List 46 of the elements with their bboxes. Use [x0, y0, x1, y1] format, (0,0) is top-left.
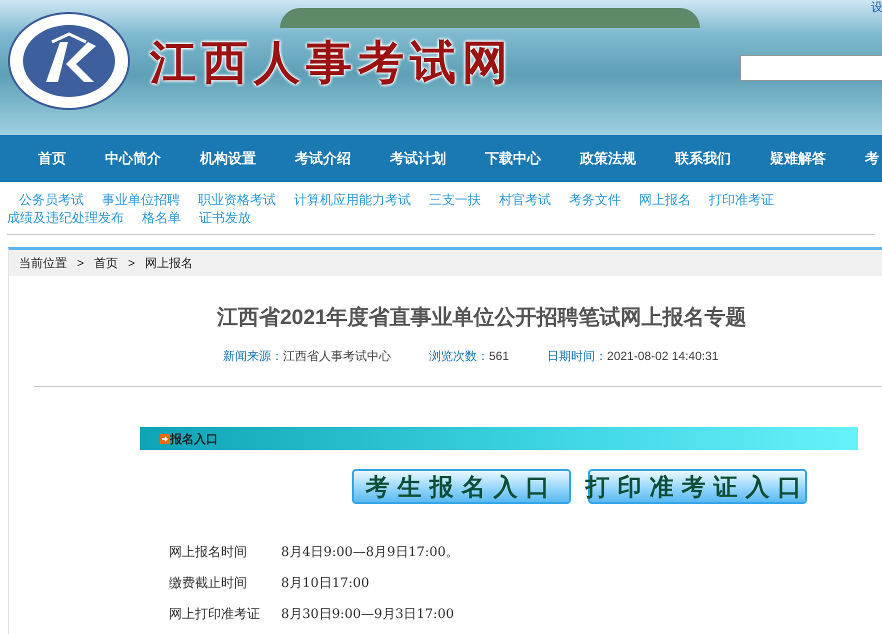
category-link[interactable]: 考务文件 [569, 191, 621, 209]
category-link[interactable]: 公务员考试 [19, 191, 84, 209]
schedule-value: 8月4日9:00—8月9日17:00。 [281, 544, 459, 562]
breadcrumb-link[interactable]: 网上报名 [145, 254, 194, 272]
category-link[interactable]: 证书发放 [199, 209, 251, 227]
emblem-icon [8, 12, 130, 110]
schedule-label: 缴费截止时间 [169, 575, 248, 593]
nav-link[interactable]: 机构设置 [200, 148, 256, 169]
schedule-label: 网上打印准考证 [169, 606, 261, 624]
nav-link[interactable]: 考试计划 [390, 148, 446, 169]
nav-link[interactable]: 联系我们 [675, 148, 731, 169]
entry-button[interactable]: 考生报名入口 [352, 469, 571, 504]
category-link[interactable]: 村官考试 [499, 191, 551, 209]
meta-value: 561 [489, 348, 510, 364]
category-link[interactable]: 成绩及违纪处理发布 [7, 209, 124, 227]
category-link[interactable]: 格名单 [142, 209, 181, 227]
breadcrumb-link[interactable]: 首页 [94, 254, 118, 272]
nav-link[interactable]: 考试介绍 [295, 148, 351, 169]
arrow-icon [160, 434, 170, 444]
meta-value: 2021-08-02 14:40:31 [607, 348, 718, 364]
article-title: 江西省2021年度省直事业单位公开招聘笔试网上报名专题 [217, 304, 748, 331]
search-field[interactable] [740, 55, 882, 81]
meta-label: 新闻来源： [223, 348, 283, 364]
nav-link[interactable]: 下载中心 [485, 148, 541, 169]
nav-link[interactable]: 中心简介 [105, 148, 161, 169]
category-link[interactable]: 网上报名 [639, 191, 691, 209]
category-link[interactable]: 事业单位招聘 [102, 191, 180, 209]
schedule-value: 8月30日9:00—9月3日17:00 [281, 606, 454, 624]
nav-link[interactable]: 考 [865, 148, 882, 169]
schedule-label: 网上报名时间 [169, 544, 248, 562]
breadcrumb-separator: > [77, 255, 84, 272]
section-title: 报名入口 [170, 430, 218, 448]
meta-value: 江西省人事考试中心 [283, 348, 391, 364]
site-title: 江西人事考试网 [150, 34, 514, 90]
nav-link[interactable]: 首页 [38, 148, 66, 169]
nav-link[interactable]: 疑难解答 [770, 148, 826, 169]
category-link[interactable]: 计算机应用能力考试 [294, 191, 411, 209]
category-link[interactable]: 职业资格考试 [198, 191, 276, 209]
meta-label: 日期时间： [547, 348, 608, 364]
category-link[interactable]: 打印准考证 [709, 191, 774, 209]
breadcrumb-label: 当前位置 [19, 255, 67, 272]
breadcrumb-separator: > [128, 255, 136, 272]
nav-link[interactable]: 政策法规 [580, 148, 636, 169]
schedule-value: 8月10日17:00 [281, 575, 370, 593]
meta-label: 浏览次数： [429, 348, 489, 364]
category-link[interactable]: 三支一扶 [429, 191, 481, 209]
